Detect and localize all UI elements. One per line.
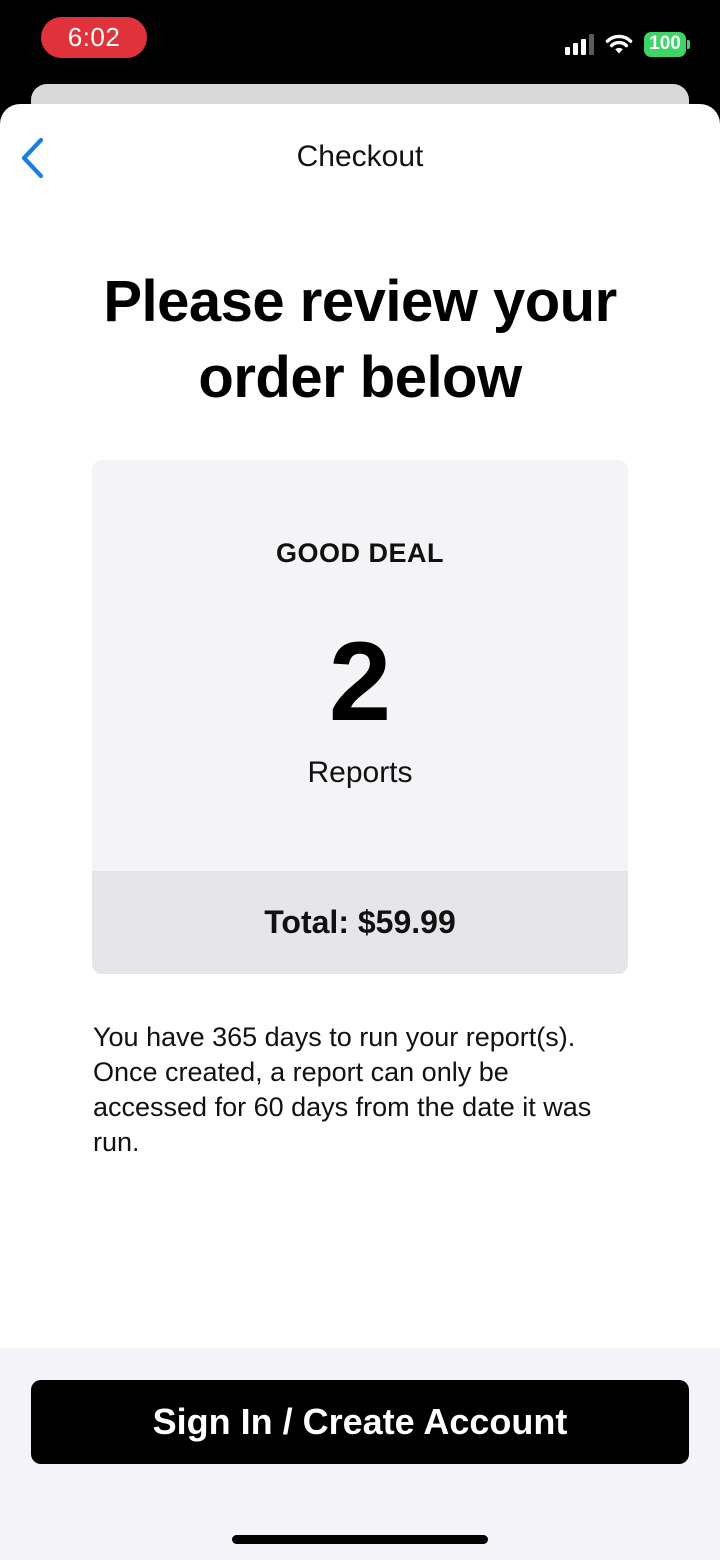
signal-icon [565, 33, 594, 55]
battery-icon: 100 [644, 31, 690, 57]
home-indicator [232, 1535, 488, 1544]
wifi-icon [605, 34, 633, 54]
status-icons: 100 [565, 29, 690, 59]
status-bar: 6:02 100 [0, 0, 720, 84]
plan-name: GOOD DEAL [275, 538, 444, 568]
battery-level: 100 [644, 31, 686, 57]
order-summary-card: GOOD DEAL 2 Reports Total: $59.99 [92, 460, 628, 974]
terms-text: You have 365 days to run your report(s).… [93, 1022, 592, 1157]
status-time[interactable]: 6:02 [41, 17, 147, 58]
page-title: Checkout [296, 140, 424, 173]
nav-bar: Checkout [0, 104, 720, 212]
checkout-sheet: Checkout Please review your order below … [0, 104, 720, 1560]
review-headline: Please review your order below [103, 269, 617, 410]
report-count: 2 [328, 619, 392, 744]
sign-in-create-account-button[interactable]: Sign In / Create Account [31, 1380, 689, 1464]
report-unit-label: Reports [307, 756, 413, 789]
phone-screen: 6:02 100 Checkout Please review your ord… [0, 0, 720, 1560]
order-total: Total: $59.99 [92, 871, 628, 974]
footer: Sign In / Create Account [0, 1348, 720, 1560]
